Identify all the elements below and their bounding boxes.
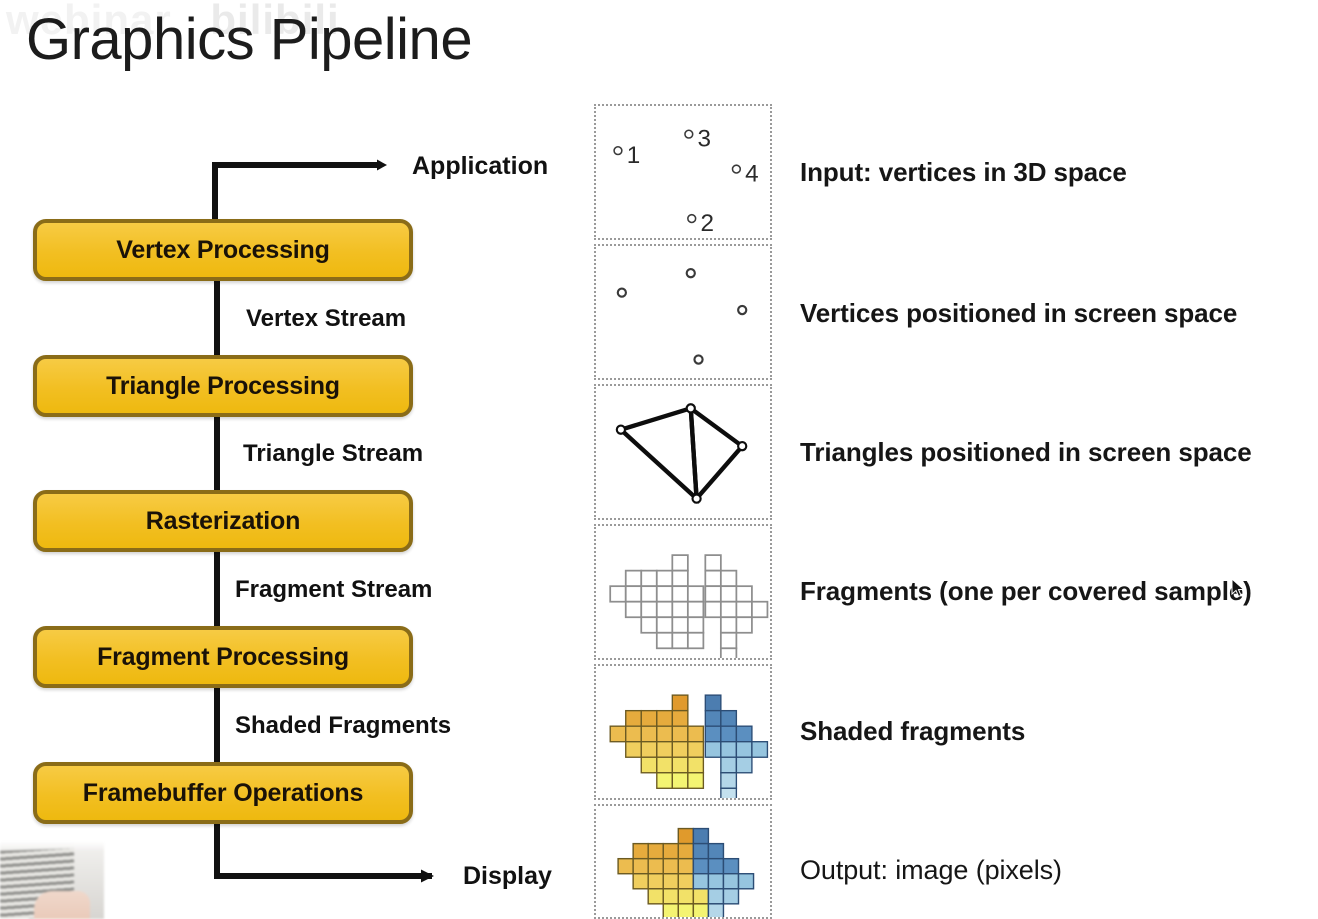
caption-shaded-fragments: Shaded fragments xyxy=(800,716,1026,746)
panel-shaded-fragments xyxy=(594,664,772,800)
panel-triangles-screen-graphic xyxy=(615,403,748,505)
panel-vertices-3d-graphic: 1 3 4 2 xyxy=(613,126,759,237)
caption-vertices-screen: Vertices positioned in screen space xyxy=(800,298,1238,328)
webcam-person xyxy=(34,891,90,919)
caption-fragments: Fragments (one per covered sample) xyxy=(800,576,1252,606)
stream-triangle-stream: Triangle Stream xyxy=(243,440,424,467)
svg-text:3: 3 xyxy=(698,126,712,153)
pipeline-flowchart: Application Vertex Processing Vertex Str… xyxy=(0,0,580,919)
stage-framebuffer-operations-label: Framebuffer Operations xyxy=(82,778,364,807)
mouse-cursor xyxy=(1231,578,1245,598)
flow-endpoint-display: Display xyxy=(463,862,552,890)
flow-endpoint-application: Application xyxy=(412,152,549,180)
svg-text:2: 2 xyxy=(700,210,714,237)
panel-vertices-screen xyxy=(594,244,772,380)
panel-fragments-graphic xyxy=(609,554,769,658)
panel-output-image-graphic xyxy=(617,827,755,917)
stage-rasterization[interactable]: Rasterization xyxy=(33,490,413,552)
stage-fragment-processing-label: Fragment Processing xyxy=(97,642,349,671)
panel-triangles-screen xyxy=(594,384,772,520)
panel-vertices-screen-graphic xyxy=(616,268,748,365)
stage-triangle-processing-label: Triangle Processing xyxy=(106,371,340,400)
stage-triangle-processing[interactable]: Triangle Processing xyxy=(33,355,413,417)
caption-triangles-screen: Triangles positioned in screen space xyxy=(800,437,1252,467)
stream-fragment-stream: Fragment Stream xyxy=(235,576,433,603)
caption-output-image: Output: image (pixels) xyxy=(800,855,1062,885)
stage-framebuffer-operations[interactable]: Framebuffer Operations xyxy=(33,762,413,824)
stage-rasterization-label: Rasterization xyxy=(145,506,301,535)
panel-vertices-3d: 1 3 4 2 xyxy=(594,104,772,240)
svg-text:1: 1 xyxy=(627,142,641,169)
webcam-overlay[interactable] xyxy=(0,841,104,919)
webcam-top-fade xyxy=(0,841,104,851)
stage-vertex-processing[interactable]: Vertex Processing xyxy=(33,219,413,281)
panel-fragments xyxy=(594,524,772,660)
stage-fragment-processing[interactable]: Fragment Processing xyxy=(33,626,413,688)
panel-shaded-fragments-graphic xyxy=(609,694,769,798)
slide-canvas: webinar bilibili Graphics Pipeline Appli… xyxy=(0,0,1318,919)
stage-vertex-processing-label: Vertex Processing xyxy=(116,235,330,264)
svg-text:4: 4 xyxy=(745,161,759,188)
panel-output-image xyxy=(594,804,772,919)
stream-vertex-stream: Vertex Stream xyxy=(246,305,407,332)
caption-vertices-3d: Input: vertices in 3D space xyxy=(800,157,1127,187)
stream-shaded-fragments: Shaded Fragments xyxy=(235,712,452,739)
